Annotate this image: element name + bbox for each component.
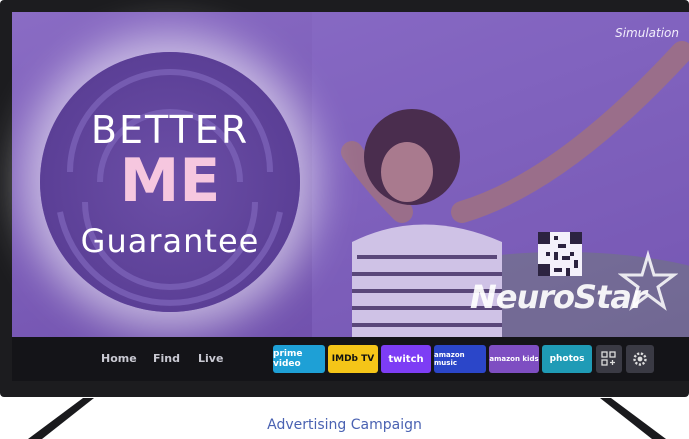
settings-button[interactable] (626, 345, 654, 373)
nav-find[interactable]: Find (153, 352, 180, 365)
app-imdb-tv[interactable]: IMDb TV (328, 345, 378, 373)
headline-guarantee: Guarantee (80, 222, 260, 260)
app-amazon-music[interactable]: amazon music (434, 345, 486, 373)
simulation-label: Simulation (615, 26, 679, 40)
app-prime-video-label: prime video (273, 349, 303, 369)
caption: Advertising Campaign (267, 417, 422, 433)
app-twitch-label: twitch (388, 353, 424, 365)
app-amazon-music-label: amazon music (434, 351, 465, 367)
app-amazon-kids[interactable]: amazon kids (489, 345, 539, 373)
nav-home[interactable]: Home (101, 352, 137, 365)
app-imdb-tv-label: IMDb TV (331, 354, 375, 364)
app-photos[interactable]: photos (542, 345, 592, 373)
app-photos-label: photos (549, 354, 585, 364)
nav-live[interactable]: Live (198, 352, 223, 365)
qr-code-icon (538, 232, 582, 276)
gear-icon (633, 352, 647, 366)
app-prime-video[interactable]: prime video (273, 345, 325, 373)
apps-grid-button[interactable] (596, 345, 622, 373)
headline-me: ME (119, 146, 221, 216)
apps-grid-icon (601, 351, 616, 366)
star-figure-icon (618, 250, 678, 311)
app-twitch[interactable]: twitch (381, 345, 431, 373)
app-amazon-kids-label: amazon kids (489, 355, 539, 363)
